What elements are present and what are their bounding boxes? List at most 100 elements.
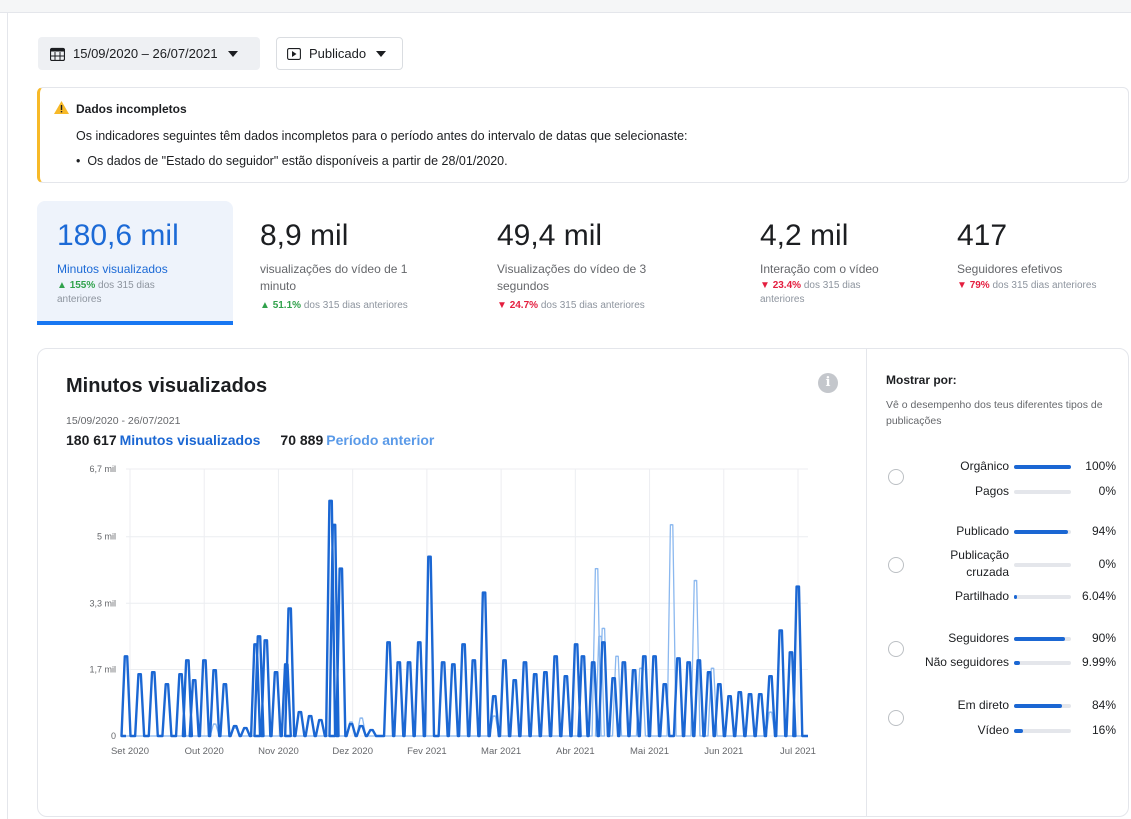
data-point-current	[125, 655, 127, 658]
breakdown-percent: 16%	[1091, 723, 1116, 737]
radio-publication-type[interactable]	[888, 557, 904, 573]
breakdown-row: Orgânico 100%	[906, 459, 1116, 475]
data-point-current	[633, 669, 635, 672]
data-point-current	[592, 661, 594, 664]
content-filter-dropdown[interactable]: Publicado	[276, 37, 403, 70]
y-tick-label: 3,3 mil	[89, 598, 116, 608]
data-point-current	[796, 585, 799, 588]
data-point-current	[398, 661, 400, 664]
data-point-current	[193, 679, 195, 682]
total-label: Minutos visualizados	[119, 432, 261, 448]
data-point-current	[769, 675, 772, 678]
data-point-current	[288, 607, 291, 610]
breakdown-percent: 90%	[1091, 631, 1116, 645]
data-point-current	[677, 657, 680, 660]
data-point-previous	[670, 523, 673, 526]
breakdown-row: Publicado 94%	[906, 524, 1116, 540]
data-point-current	[779, 629, 782, 632]
metric-delta: ▼ 79% dos 315 dias anteriores	[957, 279, 1096, 293]
data-point-current	[554, 655, 557, 658]
breakdown-label: Publicação cruzada	[950, 548, 1009, 579]
metric-label-line: visualizações do vídeo de 1	[260, 262, 408, 276]
data-point-current	[513, 679, 516, 682]
breakdown-percent: 84%	[1091, 698, 1116, 712]
breakdown-bar-track	[1014, 637, 1071, 641]
breakdown-bar-track	[1014, 530, 1071, 534]
data-point-current	[708, 671, 710, 674]
trend-down-icon: ▼	[760, 280, 773, 291]
data-point-current	[258, 635, 260, 638]
data-point-previous	[360, 717, 363, 719]
breakdown-row: Em direto 84%	[906, 698, 1116, 714]
info-icon[interactable]: i	[818, 373, 838, 393]
metric-value: 180,6 mil	[57, 219, 179, 252]
data-point-current	[234, 725, 236, 727]
breakdown-bar-fill	[1014, 661, 1020, 665]
radio-live-video[interactable]	[888, 710, 904, 726]
x-tick-label: Dez 2020	[332, 746, 373, 757]
data-point-current	[759, 693, 762, 695]
alert-bullet: • Os dados de "Estado do seguidor" estão…	[76, 154, 508, 168]
data-point-current	[643, 655, 646, 658]
x-tick-label: Nov 2020	[258, 746, 299, 757]
date-range-dropdown[interactable]: 15/09/2020 – 26/07/2021	[38, 37, 260, 70]
x-tick-label: Set 2020	[111, 746, 149, 757]
data-point-current	[623, 661, 625, 664]
data-point-current	[452, 663, 455, 666]
data-point-current	[408, 661, 410, 664]
delta-value: 51.1%	[272, 300, 302, 311]
breakdown-label: Partilhado	[954, 589, 1009, 603]
breakdown-percent: 0%	[1098, 557, 1116, 571]
metric-label: Seguidores efetivos	[957, 261, 1062, 278]
breakdown-bar-fill	[1014, 530, 1068, 534]
metric-label: Visualizações do vídeo de 3 segundos	[497, 261, 646, 295]
alert-title: Dados incompletos	[76, 102, 187, 116]
data-point-current	[244, 727, 247, 729]
radio-organic-paid[interactable]	[888, 469, 904, 485]
data-point-previous	[493, 715, 496, 717]
data-point-current	[309, 715, 311, 717]
data-point-current	[360, 725, 363, 727]
chevron-down-icon	[227, 50, 238, 57]
data-point-previous	[599, 635, 601, 638]
trend-down-icon: ▼	[957, 280, 970, 291]
breakdown-bar-track	[1014, 595, 1071, 599]
delta-value: 79%	[969, 280, 990, 291]
radio-follower-status[interactable]	[888, 641, 904, 657]
video-icon	[287, 47, 301, 60]
metric-delta: ▲ 155% dos 315 dias anteriores	[57, 279, 155, 307]
tab-effective-followers[interactable]: 417 Seguidores efetivos ▼ 79% dos 315 di…	[937, 201, 1127, 325]
breakdown-row: Vídeo 16%	[906, 723, 1116, 739]
breakdown-percent: 0%	[1098, 484, 1116, 498]
line-chart[interactable]: 0 1,7 mil 3,3 mil 5 mil 6,7 mil Set 2020 Out 2…	[38, 449, 866, 774]
data-point-previous	[769, 711, 772, 713]
metric-delta: ▲ 51.1% dos 315 dias anteriores	[260, 299, 408, 313]
data-point-current	[340, 567, 342, 570]
tab-video-interaction[interactable]: 4,2 mil Interação com o vídeo ▼ 23.4% do…	[740, 201, 930, 325]
chart-card: Minutos visualizados i 15/09/2020 - 26/0…	[37, 348, 1129, 817]
data-point-current	[534, 673, 536, 676]
breakdown-percent: 100%	[1085, 459, 1116, 473]
data-point-previous	[595, 567, 598, 570]
breakdown-bar-track	[1014, 704, 1071, 708]
data-point-current	[462, 643, 465, 646]
tab-minutes-viewed[interactable]: 180,6 mil Minutos visualizados ▲ 155% do…	[37, 201, 233, 325]
tab-3s-views[interactable]: 49,4 mil Visualizações do vídeo de 3 segu…	[477, 201, 717, 325]
data-point-current	[428, 555, 431, 558]
metric-value: 49,4 mil	[497, 219, 603, 252]
breakdown-row: Partilhado 6.04%	[906, 589, 1116, 605]
chart-totals: 180 617 Minutos visualizados 70 889 Período…	[66, 432, 434, 448]
data-point-current	[179, 673, 182, 676]
data-point-current	[152, 671, 155, 674]
trend-down-icon: ▼	[497, 300, 510, 311]
data-point-current	[575, 643, 577, 646]
breakdown-bar-fill	[1014, 465, 1071, 469]
data-point-previous	[711, 667, 714, 670]
delta-value: 155%	[69, 280, 96, 291]
tab-1min-views[interactable]: 8,9 mil visualizações do vídeo de 1 minut…	[240, 201, 460, 325]
data-point-previous	[602, 627, 605, 630]
data-point-current	[166, 683, 168, 685]
delta-suffix: dos 315 dias	[98, 280, 155, 291]
chart-title: Minutos visualizados	[66, 375, 268, 397]
breakdown-bar-fill	[1014, 729, 1024, 733]
